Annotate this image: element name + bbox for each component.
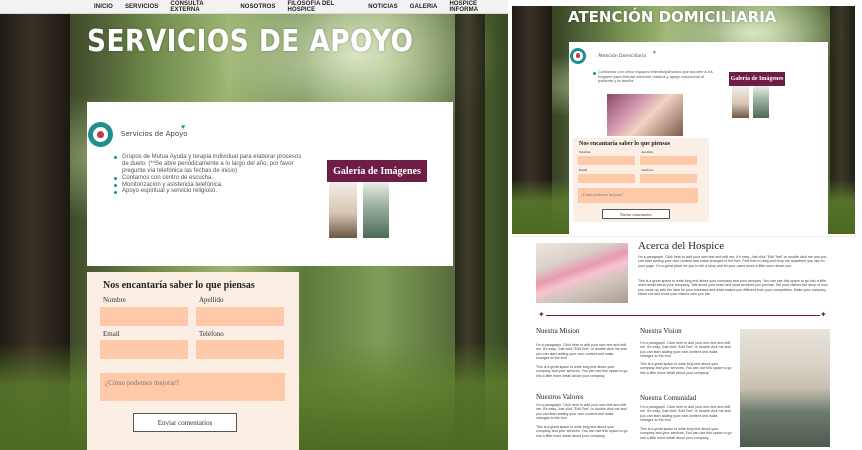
hospice-logo-icon bbox=[570, 48, 586, 64]
divider-end-icon: ✦ bbox=[538, 310, 545, 319]
phone-label: Teléfono bbox=[199, 330, 224, 338]
phone-input[interactable] bbox=[640, 174, 697, 183]
email-label: Email bbox=[103, 330, 120, 338]
gallery-button[interactable]: Galería de Imágenes bbox=[729, 72, 785, 86]
rose-book-photo bbox=[536, 243, 628, 303]
mision-title: Nuestra Mision bbox=[536, 327, 580, 335]
gallery-thumb-window[interactable] bbox=[363, 182, 389, 238]
nav-item-nosotros[interactable]: NOSOTROS bbox=[234, 4, 281, 10]
nav-item-servicios[interactable]: SERVICIOS bbox=[119, 4, 164, 10]
section-divider bbox=[546, 315, 820, 316]
feedback-form: Nos encantaría saber lo que piensas Nomb… bbox=[573, 138, 709, 222]
comunidad-paragraph-1: I'm a paragraph. Click here to add your … bbox=[640, 405, 731, 422]
heart-icon: ♥ bbox=[181, 124, 186, 131]
email-label: Email bbox=[579, 168, 588, 172]
gallery-button[interactable]: Galería de Imágenes bbox=[327, 160, 427, 182]
section-label: Servicios de Apoyo bbox=[121, 130, 188, 138]
name-label: Nombre bbox=[103, 296, 126, 304]
services-list: Contamos con cinco equipos interdiscipli… bbox=[593, 69, 717, 84]
name-label: Nombre bbox=[579, 150, 591, 154]
name-input[interactable] bbox=[578, 156, 635, 165]
comunidad-title: Nuestra Comunidad bbox=[640, 394, 697, 402]
surname-label: Apellido bbox=[199, 296, 224, 304]
main-nav: INICIO SERVICIOS CONSULTA EXTERNA NOSOTR… bbox=[0, 0, 508, 14]
nav-item-noticias[interactable]: NOTICIAS bbox=[362, 4, 403, 10]
family-photo bbox=[607, 94, 683, 136]
gallery-thumb-person[interactable] bbox=[329, 182, 357, 238]
mision-paragraph-2: This is a great space to write long text… bbox=[536, 365, 628, 378]
phone-label: Teléfono bbox=[641, 168, 654, 172]
gallery-thumb-person[interactable] bbox=[732, 86, 749, 118]
home-care-card: Atención Domiciliaria ♥ Contamos con cin… bbox=[569, 42, 828, 234]
valores-title: Nuestros Valores bbox=[536, 393, 584, 401]
surname-input[interactable] bbox=[640, 156, 697, 165]
nav-item-filosofia[interactable]: FILOSOFIA DEL HOSPICE bbox=[282, 1, 363, 13]
email-input[interactable] bbox=[100, 340, 188, 359]
nav-item-galeria[interactable]: GALERIA bbox=[404, 4, 444, 10]
surname-label: Apellido bbox=[641, 150, 654, 154]
nav-item-hospice-informa[interactable]: HOSPICE INFORMA bbox=[443, 1, 508, 13]
service-item: Contamos con centro de escucha. bbox=[114, 175, 308, 182]
acerca-del-hospice-page: Acerca del Hospice I'm a paragraph. Clic… bbox=[512, 236, 858, 450]
services-list: Grupos de Mutua Ayuda y terapia individu… bbox=[114, 154, 308, 195]
gallery-thumb-window[interactable] bbox=[753, 86, 769, 118]
section-label: Atención Domiciliaria bbox=[598, 54, 646, 59]
about-paragraph-1: I'm a paragraph. Click here to add your … bbox=[638, 255, 827, 268]
service-item: Contamos con cinco equipos interdiscipli… bbox=[593, 69, 717, 84]
service-item: Grupos de Mutua Ayuda y terapia individu… bbox=[114, 154, 308, 175]
feedback-form: Nos encantaría saber lo que piensas Nomb… bbox=[87, 272, 299, 450]
vision-paragraph-1: I'm a paragraph. Click here to add your … bbox=[640, 341, 731, 358]
email-input[interactable] bbox=[578, 174, 635, 183]
service-item: Monitorización y asistencia telefónica. bbox=[114, 182, 308, 189]
message-textarea[interactable]: ¿Cómo podemos mejorar? bbox=[578, 188, 698, 203]
valores-paragraph-1: I'm a paragraph. Click here to add your … bbox=[536, 403, 627, 420]
about-title: Acerca del Hospice bbox=[638, 240, 725, 252]
atencion-domiciliaria-page: ATENCIÓN DOMICILIARIA Atención Domicilia… bbox=[512, 6, 855, 234]
submit-button[interactable]: Enviar comentarios bbox=[602, 209, 670, 219]
nav-item-inicio[interactable]: INICIO bbox=[88, 4, 119, 10]
valores-paragraph-2: This is a great space to write long text… bbox=[536, 425, 628, 438]
nav-item-consulta-externa[interactable]: CONSULTA EXTERNA bbox=[164, 1, 234, 13]
heart-icon: ♥ bbox=[653, 50, 656, 56]
living-room-photo bbox=[740, 329, 830, 447]
name-input[interactable] bbox=[100, 307, 188, 326]
message-textarea[interactable]: ¿Cómo podemos mejorar? bbox=[100, 373, 285, 401]
phone-input[interactable] bbox=[196, 340, 284, 359]
vision-paragraph-2: This is a great space to write long text… bbox=[640, 362, 732, 375]
service-item: Apoyo espiritual y servicio religioso. bbox=[114, 188, 308, 195]
vision-title: Nuestra Vision bbox=[640, 327, 682, 335]
comunidad-paragraph-2: This is a great space to write long text… bbox=[640, 427, 732, 440]
about-paragraph-2: This is a great space to write long text… bbox=[638, 279, 828, 296]
divider-end-icon: ✦ bbox=[820, 310, 827, 319]
surname-input[interactable] bbox=[196, 307, 284, 326]
services-card: Servicios de Apoyo ♥ Grupos de Mutua Ayu… bbox=[87, 102, 453, 266]
page-title: ATENCIÓN DOMICILIARIA bbox=[568, 8, 777, 26]
hospice-logo-icon bbox=[88, 122, 113, 147]
servicios-de-apoyo-page: INICIO SERVICIOS CONSULTA EXTERNA NOSOTR… bbox=[0, 0, 508, 450]
form-title: Nos encantaría saber lo que piensas bbox=[579, 141, 671, 147]
form-title: Nos encantaría saber lo que piensas bbox=[103, 280, 255, 291]
mision-paragraph-1: I'm a paragraph. Click here to add your … bbox=[536, 343, 627, 360]
page-title: SERVICIOS DE APOYO bbox=[87, 24, 414, 59]
submit-button[interactable]: Enviar comentarios bbox=[133, 413, 237, 432]
